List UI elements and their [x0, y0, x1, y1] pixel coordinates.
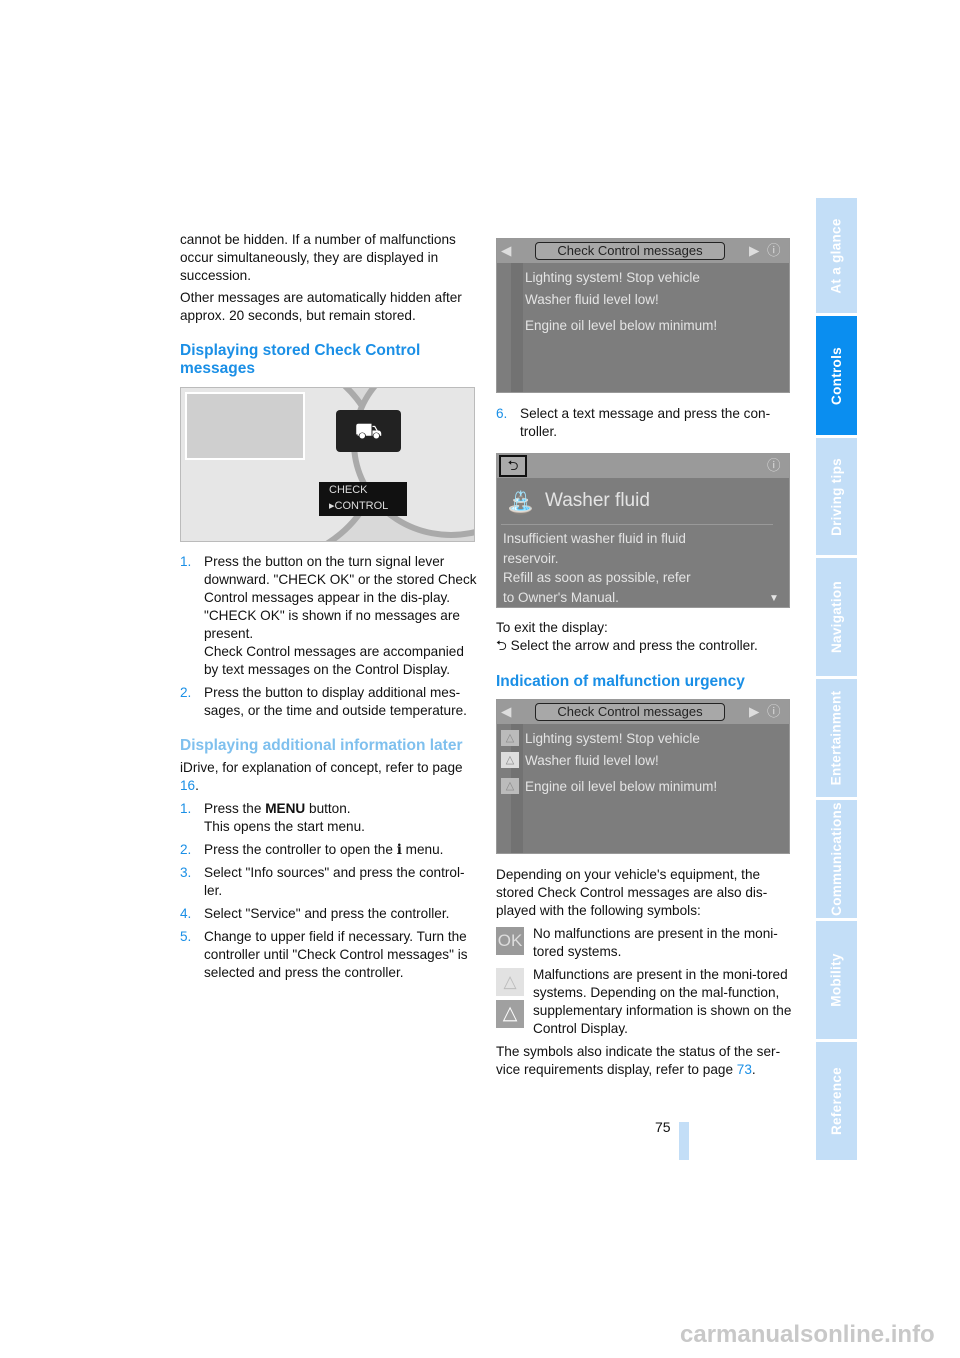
washer-fluid-screen: ⮌ ⓘ ⛲ Washer fluid Insufficient washer fl… [496, 453, 790, 608]
warning-dark-icon: △ [496, 1000, 524, 1028]
right-text-1: To exit the display: ⮌ Select the arrow … [496, 619, 794, 691]
intro-text-2: Other messages are automatically hidden … [180, 290, 462, 323]
page-link-16[interactable]: 16 [180, 778, 195, 793]
cluster-check: CHECK [329, 484, 368, 496]
message: Lighting system! Stop vehicle [525, 270, 700, 285]
alert-icon: ⓘ [767, 458, 781, 473]
alert-icon: ⓘ [767, 243, 781, 258]
step-item: 1. Press the button on the turn signal l… [180, 554, 477, 677]
menu-button-label: MENU [265, 801, 306, 816]
left-column: cannot be hidden. If a number of malfunc… [180, 231, 478, 378]
watermark: carmanualsonline.info [680, 1321, 935, 1348]
arrow-right-icon: ▶ [749, 704, 760, 719]
urgency-screen: ◀ Check Control messages ▶ ⓘ △ Lighting syst… [496, 699, 790, 854]
arrow-left-icon: ◀ [501, 243, 512, 258]
tab-entertainment[interactable]: Entertainment [816, 679, 857, 797]
washer-icon: ⛲ [507, 490, 535, 515]
tab-communications[interactable]: Communications [816, 800, 857, 918]
warning-light-icon: △ [496, 968, 524, 996]
message: Washer fluid level low! [525, 292, 659, 307]
heading-urgency: Indication of malfunction urgency [496, 673, 745, 690]
tab-navigation[interactable]: Navigation [816, 558, 857, 676]
heading-additional-info: Displaying additional information later [180, 737, 463, 754]
step-item: 2. Press the controller to open the i me… [180, 842, 444, 858]
warning-icon: △ [501, 752, 519, 768]
instrument-cluster-image: ⛟ CHECK ▸CONTROL [180, 387, 475, 542]
screen-title: Washer fluid [545, 490, 650, 511]
ok-symbol-icon: OK [496, 927, 524, 955]
step-item: 4. Select "Service" and press the control… [180, 906, 450, 921]
screen-title: Check Control messages [535, 703, 725, 721]
step-item: 2. Press the button to display additional… [180, 685, 467, 718]
step-item: 1. Press the MENU button. This opens the … [180, 801, 365, 834]
page-number: 75 [655, 1119, 671, 1135]
cluster-control: ▸CONTROL [329, 500, 389, 512]
message: Engine oil level below minimum! [525, 318, 718, 333]
tab-at-a-glance[interactable]: At a glance [816, 198, 857, 313]
check-control-screen: ◀ Check Control messages ▶ ⓘ Lighting syste… [496, 238, 790, 393]
page-marker [679, 1122, 689, 1160]
alert-icon: ⓘ [767, 704, 781, 719]
tab-controls[interactable]: Controls [816, 316, 857, 435]
screen-title: Check Control messages [535, 242, 725, 260]
step-item: 3. Select "Info sources" and press the co… [180, 865, 465, 898]
intro-text: cannot be hidden. If a number of malfunc… [180, 232, 456, 283]
tab-driving-tips[interactable]: Driving tips [816, 438, 857, 555]
step-6: 6. Select a text message and press the co… [496, 406, 771, 439]
heading-displaying-stored: Displaying stored Check Control messages [180, 342, 421, 377]
idrive-text: iDrive, for explanation of concept, refe… [180, 760, 463, 793]
right-text-2: Depending on your vehicle's equipment, t… [496, 867, 792, 1077]
turn-signal-lever-inset [185, 392, 305, 460]
tab-mobility[interactable]: Mobility [816, 921, 857, 1039]
tab-reference[interactable]: Reference [816, 1042, 857, 1160]
steps-list-1: 1. Press the button on the turn signal l… [180, 553, 478, 987]
arrow-right-icon: ▶ [749, 243, 760, 258]
back-arrow-icon: ⮌ [499, 455, 527, 477]
arrow-left-icon: ◀ [501, 704, 512, 719]
car-lift-icon: ⛟ [336, 410, 401, 452]
back-arrow-icon: ⮌ [496, 638, 511, 653]
step-item: 5. Change to upper field if necessary. Tu… [180, 929, 468, 980]
warning-icon: △ [501, 778, 519, 794]
warning-icon: △ [501, 730, 519, 746]
scroll-down-icon[interactable]: ▼ [769, 590, 779, 607]
page-link-73[interactable]: 73 [737, 1062, 752, 1077]
